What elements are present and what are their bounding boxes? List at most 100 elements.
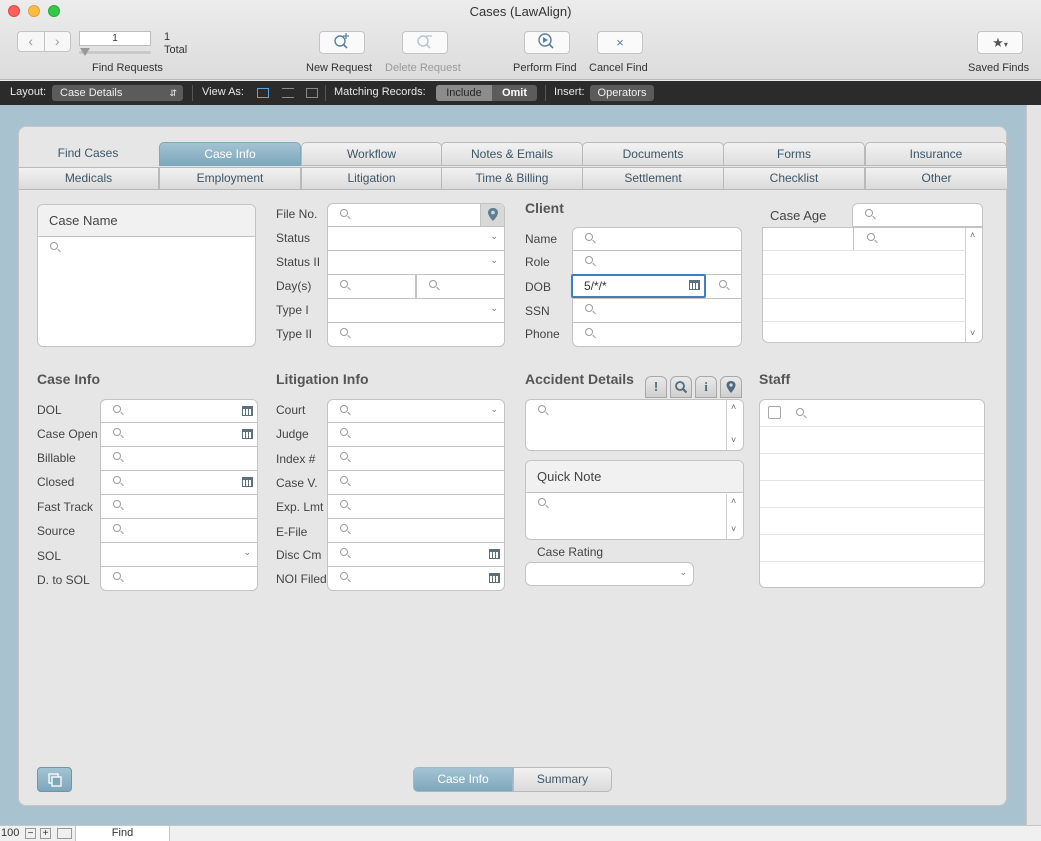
judge-field[interactable] xyxy=(327,423,505,447)
case-age-portal[interactable]: ˄ ˅ xyxy=(762,227,983,343)
divider xyxy=(763,274,966,275)
billable-field[interactable] xyxy=(100,447,258,471)
case-age-search-field[interactable] xyxy=(852,203,983,227)
search-icon xyxy=(340,452,348,460)
operators-button[interactable]: Operators xyxy=(590,85,654,101)
client-phone-field[interactable] xyxy=(572,323,742,347)
tab-settlement[interactable]: Settlement xyxy=(582,167,724,190)
status-ii-field[interactable]: ⌄ xyxy=(327,251,505,275)
type-i-field[interactable]: ⌄ xyxy=(327,299,505,323)
new-request-button[interactable] xyxy=(319,31,365,54)
type-i-label: Type I xyxy=(276,303,309,317)
status-field[interactable]: ⌄ xyxy=(327,227,505,251)
chevron-up-icon[interactable]: ˄ xyxy=(731,402,736,412)
case-rating-field[interactable]: ⌄ xyxy=(525,562,694,586)
layout-select[interactable]: Case Details ⇵ xyxy=(52,85,183,101)
record-number-input[interactable]: 1 xyxy=(79,31,151,46)
search-icon[interactable] xyxy=(670,376,692,398)
days-field-2[interactable] xyxy=(416,275,505,299)
zoom-level[interactable]: 100 xyxy=(1,827,19,839)
calendar-icon[interactable] xyxy=(242,429,253,439)
tab-insurance[interactable]: Insurance xyxy=(865,142,1007,166)
zoom-in-icon[interactable]: + xyxy=(40,828,51,839)
accident-scrollbar[interactable]: ˄ ˅ xyxy=(726,400,743,450)
chevron-down-icon[interactable]: ˅ xyxy=(731,524,736,534)
tab-medicals[interactable]: Medicals xyxy=(19,167,159,190)
tab-forms[interactable]: Forms xyxy=(723,142,865,166)
case-v-field[interactable] xyxy=(327,471,505,495)
tab-litigation[interactable]: Litigation xyxy=(301,167,442,190)
tab-other[interactable]: Other xyxy=(865,167,1007,190)
chevron-up-icon[interactable]: ˄ xyxy=(731,496,736,506)
perform-find-button[interactable] xyxy=(524,31,570,54)
calendar-icon[interactable] xyxy=(489,573,500,583)
calendar-icon[interactable] xyxy=(242,406,253,416)
court-field[interactable]: ⌄ xyxy=(327,399,505,423)
bottom-tab-summary[interactable]: Summary xyxy=(513,767,612,792)
client-ssn-field[interactable] xyxy=(572,299,742,323)
disc-cm-field[interactable] xyxy=(327,543,505,567)
chevron-up-icon[interactable]: ˄ xyxy=(970,230,975,240)
quick-note-box[interactable]: Quick Note ˄ ˅ xyxy=(525,460,744,540)
calendar-icon[interactable] xyxy=(242,477,253,487)
exp-lmt-field[interactable] xyxy=(327,495,505,519)
tab-find-cases[interactable]: Find Cases xyxy=(19,141,157,165)
info-icon[interactable]: i xyxy=(695,376,717,398)
case-open-field[interactable] xyxy=(100,423,258,447)
client-name-field[interactable] xyxy=(572,227,742,251)
case-age-scrollbar[interactable]: ˄ ˅ xyxy=(965,228,982,342)
quick-note-scrollbar[interactable]: ˄ ˅ xyxy=(726,494,743,539)
tab-case-info[interactable]: Case Info xyxy=(159,142,301,166)
e-file-field[interactable] xyxy=(327,519,505,543)
location-pin-icon[interactable] xyxy=(720,376,742,398)
cancel-find-button[interactable]: × xyxy=(597,31,643,54)
previous-record-button[interactable]: ‹ xyxy=(18,32,45,51)
search-icon xyxy=(429,280,437,288)
window-title: Cases (LawAlign) xyxy=(469,4,572,19)
new-window-button[interactable] xyxy=(37,767,72,792)
source-field[interactable] xyxy=(100,519,258,543)
list-view-icon[interactable] xyxy=(282,88,294,98)
saved-finds-button[interactable]: ★▾ xyxy=(977,31,1023,54)
record-slider-knob[interactable] xyxy=(80,48,90,56)
chevron-down-icon[interactable]: ˅ xyxy=(970,328,975,338)
case-name-box[interactable]: Case Name xyxy=(37,204,256,347)
omit-button[interactable]: Omit xyxy=(492,85,537,101)
tab-documents[interactable]: Documents xyxy=(582,142,724,166)
location-pin-icon[interactable] xyxy=(480,204,504,226)
next-record-button[interactable]: › xyxy=(45,32,71,51)
dol-field[interactable] xyxy=(100,399,258,423)
form-view-icon[interactable] xyxy=(257,88,269,98)
type-ii-field[interactable] xyxy=(327,323,505,347)
days-field-1[interactable] xyxy=(327,275,416,299)
accident-details-field[interactable]: ˄ ˅ xyxy=(525,399,744,451)
tab-time-billing[interactable]: Time & Billing xyxy=(441,167,583,190)
staff-checkbox[interactable] xyxy=(768,406,781,419)
toggle-status-icon[interactable] xyxy=(57,828,72,839)
delete-request-button[interactable] xyxy=(402,31,448,54)
index-field[interactable] xyxy=(327,447,505,471)
fast-track-field[interactable] xyxy=(100,495,258,519)
staff-portal[interactable] xyxy=(759,399,985,588)
closed-field[interactable] xyxy=(100,471,258,495)
chevron-down-icon[interactable]: ˅ xyxy=(731,435,736,445)
matching-records-label: Matching Records: xyxy=(334,86,426,98)
include-button[interactable]: Include xyxy=(436,85,492,101)
noi-filed-field[interactable] xyxy=(327,567,505,591)
d-to-sol-field[interactable] xyxy=(100,567,258,591)
tab-notes-emails[interactable]: Notes & Emails xyxy=(441,142,583,166)
table-view-icon[interactable] xyxy=(306,88,318,98)
client-dob-field[interactable]: 5/*/* xyxy=(571,274,706,298)
mode-indicator[interactable]: Find xyxy=(75,826,170,841)
client-role-field[interactable] xyxy=(572,251,742,275)
zoom-out-icon[interactable]: − xyxy=(25,828,36,839)
file-no-field[interactable] xyxy=(327,203,505,227)
tab-checklist[interactable]: Checklist xyxy=(723,167,865,190)
bottom-tab-case-info[interactable]: Case Info xyxy=(413,767,513,792)
sol-field[interactable]: ⌄ xyxy=(100,543,258,567)
tab-employment[interactable]: Employment xyxy=(159,167,301,190)
calendar-icon[interactable] xyxy=(489,549,500,559)
alert-icon[interactable]: ! xyxy=(645,376,667,398)
calendar-icon[interactable] xyxy=(689,280,700,290)
tab-workflow[interactable]: Workflow xyxy=(301,142,442,166)
